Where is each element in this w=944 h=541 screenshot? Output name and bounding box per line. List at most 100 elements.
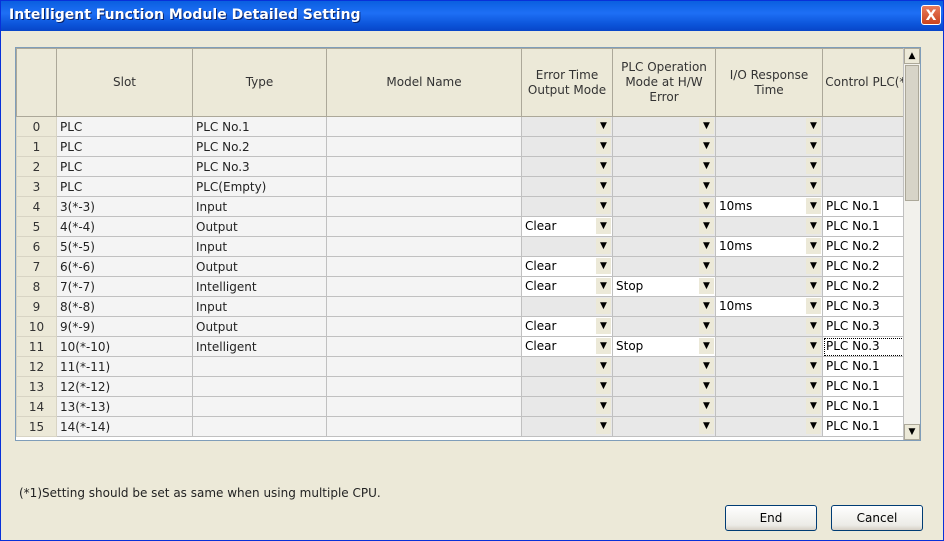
dropdown-arrow-icon[interactable]: ▼ — [596, 358, 611, 374]
dropdown-arrow-icon[interactable]: ▼ — [596, 218, 611, 234]
dropdown-arrow-icon[interactable]: ▼ — [596, 118, 611, 134]
error-time-output-mode-select[interactable]: Clear ▼ — [521, 316, 613, 337]
dropdown-arrow-icon[interactable]: ▼ — [699, 298, 714, 314]
dropdown-arrow-icon[interactable]: ▼ — [806, 358, 821, 374]
dropdown-arrow-icon[interactable]: ▼ — [806, 378, 821, 394]
io-response-time-select[interactable]: ▼ — [715, 276, 823, 297]
plc-operation-mode-select[interactable]: ▼ — [612, 396, 716, 417]
dropdown-arrow-icon[interactable]: ▼ — [596, 178, 611, 194]
dropdown-arrow-icon[interactable]: ▼ — [596, 298, 611, 314]
io-response-time-select[interactable]: ▼ — [715, 356, 823, 377]
plc-operation-mode-select[interactable]: ▼ — [612, 376, 716, 397]
dropdown-arrow-icon[interactable]: ▼ — [806, 118, 821, 134]
scroll-thumb[interactable] — [905, 65, 919, 201]
dropdown-arrow-icon[interactable]: ▼ — [806, 258, 821, 274]
end-button[interactable]: End — [725, 505, 817, 531]
dropdown-arrow-icon[interactable]: ▼ — [699, 398, 714, 414]
dropdown-arrow-icon[interactable]: ▼ — [806, 198, 821, 214]
dropdown-arrow-icon[interactable]: ▼ — [596, 378, 611, 394]
dropdown-arrow-icon[interactable]: ▼ — [699, 338, 714, 354]
error-time-output-mode-select[interactable]: ▼ — [521, 236, 613, 257]
scroll-up-icon[interactable]: ▲ — [904, 48, 920, 64]
plc-operation-mode-select[interactable]: ▼ — [612, 196, 716, 217]
dropdown-arrow-icon[interactable]: ▼ — [699, 258, 714, 274]
dropdown-arrow-icon[interactable]: ▼ — [806, 218, 821, 234]
dropdown-arrow-icon[interactable]: ▼ — [699, 278, 714, 294]
dropdown-arrow-icon[interactable]: ▼ — [806, 418, 821, 434]
dropdown-arrow-icon[interactable]: ▼ — [699, 158, 714, 174]
dropdown-arrow-icon[interactable]: ▼ — [806, 298, 821, 314]
error-time-output-mode-select[interactable]: ▼ — [521, 416, 613, 437]
plc-operation-mode-select[interactable]: Stop ▼ — [612, 276, 716, 297]
plc-operation-mode-select[interactable]: ▼ — [612, 296, 716, 317]
cancel-button[interactable]: Cancel — [831, 505, 923, 531]
dropdown-arrow-icon[interactable]: ▼ — [806, 398, 821, 414]
io-response-time-select[interactable]: ▼ — [715, 136, 823, 157]
plc-operation-mode-select[interactable]: ▼ — [612, 316, 716, 337]
plc-operation-mode-select[interactable]: ▼ — [612, 176, 716, 197]
dropdown-arrow-icon[interactable]: ▼ — [699, 418, 714, 434]
error-time-output-mode-select[interactable]: Clear ▼ — [521, 256, 613, 277]
io-response-time-select[interactable]: ▼ — [715, 176, 823, 197]
dropdown-arrow-icon[interactable]: ▼ — [699, 198, 714, 214]
dropdown-arrow-icon[interactable]: ▼ — [699, 378, 714, 394]
dropdown-arrow-icon[interactable]: ▼ — [806, 278, 821, 294]
scroll-down-icon[interactable]: ▼ — [904, 424, 920, 440]
error-time-output-mode-select[interactable]: ▼ — [521, 296, 613, 317]
error-time-output-mode-select[interactable]: Clear ▼ — [521, 276, 613, 297]
io-response-time-select[interactable]: ▼ — [715, 376, 823, 397]
dropdown-arrow-icon[interactable]: ▼ — [699, 238, 714, 254]
dropdown-arrow-icon[interactable]: ▼ — [596, 238, 611, 254]
dropdown-arrow-icon[interactable]: ▼ — [806, 238, 821, 254]
plc-operation-mode-select[interactable]: ▼ — [612, 416, 716, 437]
dropdown-arrow-icon[interactable]: ▼ — [806, 338, 821, 354]
plc-operation-mode-select[interactable]: ▼ — [612, 356, 716, 377]
error-time-output-mode-select[interactable]: ▼ — [521, 196, 613, 217]
io-response-time-select[interactable]: ▼ — [715, 216, 823, 237]
plc-operation-mode-select[interactable]: Stop ▼ — [612, 336, 716, 357]
dropdown-arrow-icon[interactable]: ▼ — [806, 318, 821, 334]
dropdown-arrow-icon[interactable]: ▼ — [699, 218, 714, 234]
plc-operation-mode-select[interactable]: ▼ — [612, 156, 716, 177]
io-response-time-select[interactable]: ▼ — [715, 316, 823, 337]
dropdown-arrow-icon[interactable]: ▼ — [806, 138, 821, 154]
dropdown-arrow-icon[interactable]: ▼ — [699, 358, 714, 374]
dropdown-arrow-icon[interactable]: ▼ — [699, 178, 714, 194]
io-response-time-select[interactable]: 10ms ▼ — [715, 296, 823, 317]
dropdown-arrow-icon[interactable]: ▼ — [699, 118, 714, 134]
dropdown-arrow-icon[interactable]: ▼ — [596, 278, 611, 294]
vertical-scrollbar[interactable]: ▲ ▼ — [903, 48, 920, 440]
dropdown-arrow-icon[interactable]: ▼ — [596, 258, 611, 274]
io-response-time-select[interactable]: 10ms ▼ — [715, 196, 823, 217]
io-response-time-select[interactable]: ▼ — [715, 416, 823, 437]
io-response-time-select[interactable]: ▼ — [715, 156, 823, 177]
dropdown-arrow-icon[interactable]: ▼ — [596, 138, 611, 154]
error-time-output-mode-select[interactable]: ▼ — [521, 116, 613, 137]
dropdown-arrow-icon[interactable]: ▼ — [596, 398, 611, 414]
plc-operation-mode-select[interactable]: ▼ — [612, 136, 716, 157]
dropdown-arrow-icon[interactable]: ▼ — [596, 198, 611, 214]
error-time-output-mode-select[interactable]: ▼ — [521, 176, 613, 197]
plc-operation-mode-select[interactable]: ▼ — [612, 256, 716, 277]
error-time-output-mode-select[interactable]: Clear ▼ — [521, 336, 613, 357]
error-time-output-mode-select[interactable]: ▼ — [521, 396, 613, 417]
dropdown-arrow-icon[interactable]: ▼ — [596, 318, 611, 334]
dropdown-arrow-icon[interactable]: ▼ — [806, 178, 821, 194]
dropdown-arrow-icon[interactable]: ▼ — [699, 138, 714, 154]
plc-operation-mode-select[interactable]: ▼ — [612, 216, 716, 237]
io-response-time-select[interactable]: 10ms ▼ — [715, 236, 823, 257]
dropdown-arrow-icon[interactable]: ▼ — [806, 158, 821, 174]
error-time-output-mode-select[interactable]: ▼ — [521, 356, 613, 377]
io-response-time-select[interactable]: ▼ — [715, 256, 823, 277]
plc-operation-mode-select[interactable]: ▼ — [612, 236, 716, 257]
error-time-output-mode-select[interactable]: ▼ — [521, 156, 613, 177]
io-response-time-select[interactable]: ▼ — [715, 116, 823, 137]
error-time-output-mode-select[interactable]: Clear ▼ — [521, 216, 613, 237]
plc-operation-mode-select[interactable]: ▼ — [612, 116, 716, 137]
dropdown-arrow-icon[interactable]: ▼ — [699, 318, 714, 334]
error-time-output-mode-select[interactable]: ▼ — [521, 136, 613, 157]
io-response-time-select[interactable]: ▼ — [715, 396, 823, 417]
title-bar[interactable]: Intelligent Function Module Detailed Set… — [1, 1, 943, 31]
dropdown-arrow-icon[interactable]: ▼ — [596, 418, 611, 434]
io-response-time-select[interactable]: ▼ — [715, 336, 823, 357]
